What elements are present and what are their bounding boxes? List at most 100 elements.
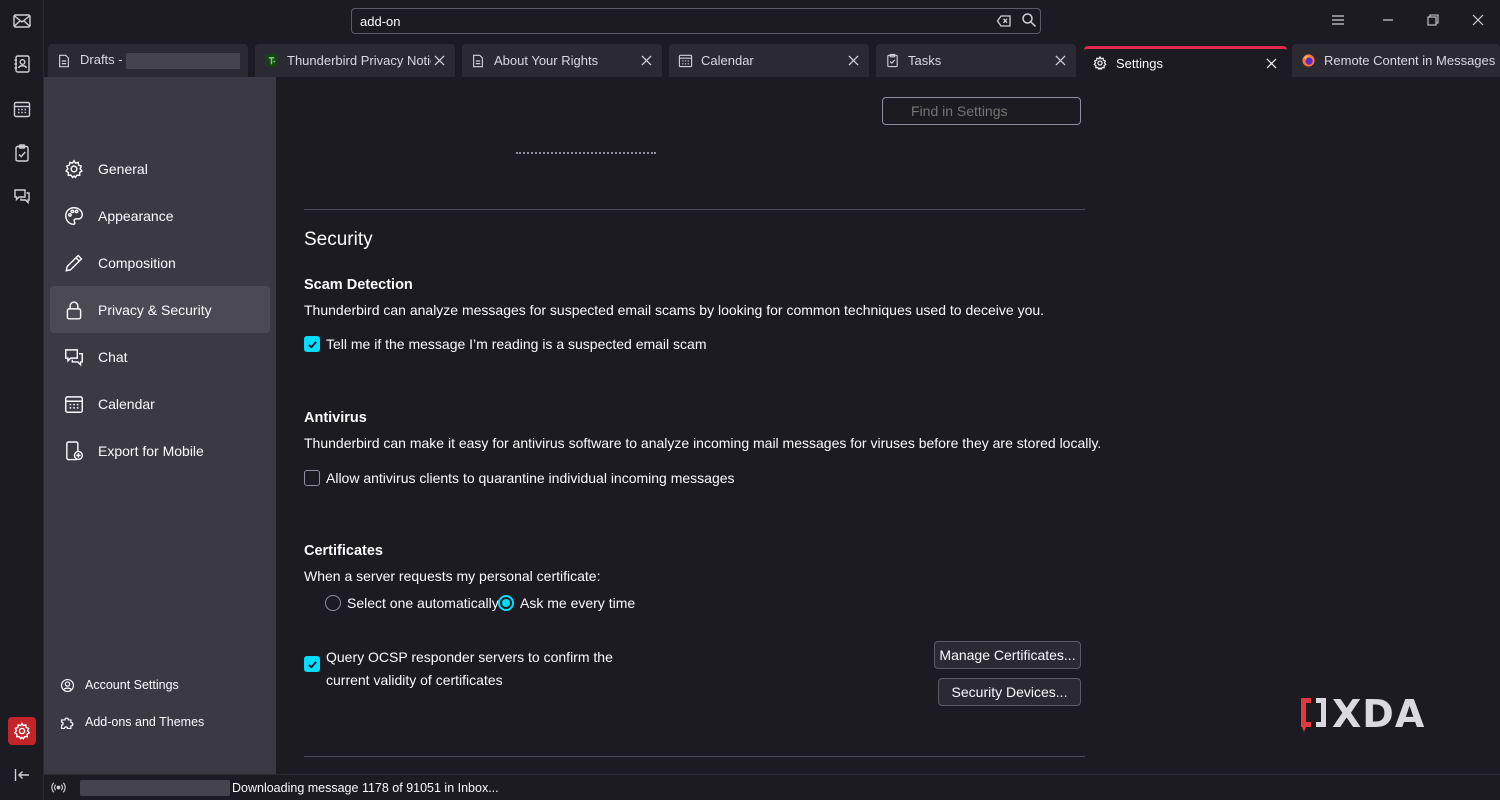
tab-bar: Drafts - Thunderbird Privacy Notice Abou… [44,42,1500,77]
tab-calendar[interactable]: Calendar [669,44,869,77]
collapse-icon[interactable] [8,761,36,789]
certificates-prompt: When a server requests my personal certi… [304,568,601,584]
watermark-text: XDA [1332,692,1426,736]
checkbox-checked[interactable] [304,336,320,352]
document-icon [470,53,486,69]
close-tab-icon[interactable] [431,53,447,69]
calendar-icon[interactable] [8,95,36,123]
checkbox-checked[interactable] [304,656,320,672]
tab-label: Settings [1116,55,1163,71]
scrolled-text-fragment [516,149,656,155]
spaces-toolbar [0,0,44,800]
radio-ask-every-time[interactable]: Ask me every time [498,595,635,611]
close-tab-icon[interactable] [845,53,861,69]
tasks-icon[interactable] [8,139,36,167]
restore-icon[interactable] [1423,10,1443,30]
settings-sidebar: General Appearance Composition Privacy &… [44,77,276,774]
antivirus-checkbox-label: Allow antivirus clients to quarantine in… [326,470,735,486]
tasks-icon [884,53,900,69]
tab-drafts[interactable]: Drafts - [48,44,248,77]
tab-settings[interactable]: Settings [1084,46,1287,77]
tab-label: Calendar [701,53,754,68]
calendar-icon [62,392,86,416]
radio-label: Ask me every time [520,595,636,611]
status-text: Downloading message 1178 of 91051 in Inb… [232,780,499,795]
tab-label: Thunderbird Privacy Notice [287,53,431,68]
radio-label: Select one automatically [347,595,499,611]
lock-icon [62,298,86,322]
antivirus-heading: Antivirus [304,410,367,426]
address-book-icon[interactable] [8,50,36,78]
divider [304,209,1085,210]
category-chat[interactable]: Chat [50,333,270,380]
scam-checkbox-label: Tell me if the message I’m reading is a … [326,336,707,352]
clear-search-icon[interactable] [996,13,1012,29]
tab-remote-content[interactable]: Remote Content in Messages [1292,44,1500,77]
close-tab-icon[interactable] [638,53,654,69]
category-label: General [98,160,148,177]
settings-main-pane: Security Scam Detection Thunderbird can … [276,77,1500,774]
account-settings-link[interactable]: Account Settings [58,673,179,697]
scam-checkbox[interactable]: Tell me if the message I’m reading is a … [304,336,707,352]
radio-select-automatically[interactable]: Select one automatically [325,595,499,611]
global-search-input[interactable] [351,8,1041,34]
tab-label: About Your Rights [494,53,599,68]
status-bar: Downloading message 1178 of 91051 in Inb… [44,774,1500,800]
manage-certificates-button[interactable]: Manage Certificates... [934,641,1081,669]
category-label: Composition [98,254,176,271]
checkbox-unchecked[interactable] [304,470,320,486]
mail-icon[interactable] [8,7,36,35]
settings-icon[interactable] [8,717,36,745]
online-status-icon[interactable] [50,780,66,796]
security-devices-button[interactable]: Security Devices... [938,678,1081,706]
gear-icon [1092,55,1108,71]
tab-about-rights[interactable]: About Your Rights [462,44,662,77]
tb-favicon [263,53,279,69]
footer-label: Account Settings [85,678,179,692]
redacted-text [126,52,240,69]
ocsp-checkbox[interactable]: Query OCSP responder servers to confirm … [304,646,613,692]
tab-label: Drafts - [80,52,240,69]
tab-tasks[interactable]: Tasks [876,44,1076,77]
palette-icon [62,204,86,228]
ocsp-label-line1: Query OCSP responder servers to confirm … [326,649,613,665]
scam-description: Thunderbird can analyze messages for sus… [304,302,1045,318]
ocsp-label-line2: current validity of certificates [326,672,503,688]
minimize-icon[interactable] [1378,10,1398,30]
drafts-icon [56,53,72,69]
category-label: Chat [98,348,128,365]
antivirus-description: Thunderbird can make it easy for antivir… [304,435,1102,451]
search-icon[interactable] [1021,12,1037,28]
redacted-text [80,779,230,796]
find-in-settings-input[interactable] [882,97,1081,125]
category-composition[interactable]: Composition [50,239,270,286]
chat-icon [62,345,86,369]
xda-watermark: XDA [1298,692,1425,736]
radio-selected[interactable] [498,595,514,611]
radio-unselected[interactable] [325,595,341,611]
category-label: Calendar [98,395,155,412]
category-calendar[interactable]: Calendar [50,380,270,427]
scam-heading: Scam Detection [304,277,413,293]
pencil-icon [62,251,86,275]
hamburger-icon[interactable] [1328,10,1348,30]
tab-label: Tasks [908,53,942,68]
category-general[interactable]: General [50,145,270,192]
calendar-icon [677,53,693,69]
chat-icon[interactable] [8,182,36,210]
divider [304,756,1085,757]
close-tab-icon[interactable] [1052,53,1068,69]
category-label: Export for Mobile [98,442,204,459]
tab-privacy-notice[interactable]: Thunderbird Privacy Notice [255,44,455,77]
addons-themes-link[interactable]: Add-ons and Themes [58,710,204,734]
account-icon [58,676,76,694]
mobile-export-icon [62,439,86,463]
category-export-mobile[interactable]: Export for Mobile [50,427,270,474]
tab-label: Remote Content in Messages [1324,53,1496,68]
close-icon[interactable] [1468,10,1488,30]
antivirus-checkbox[interactable]: Allow antivirus clients to quarantine in… [304,470,735,486]
category-appearance[interactable]: Appearance [50,192,270,239]
category-privacy-security[interactable]: Privacy & Security [50,286,270,333]
section-title: Security [304,229,373,250]
close-tab-icon[interactable] [1263,55,1279,71]
